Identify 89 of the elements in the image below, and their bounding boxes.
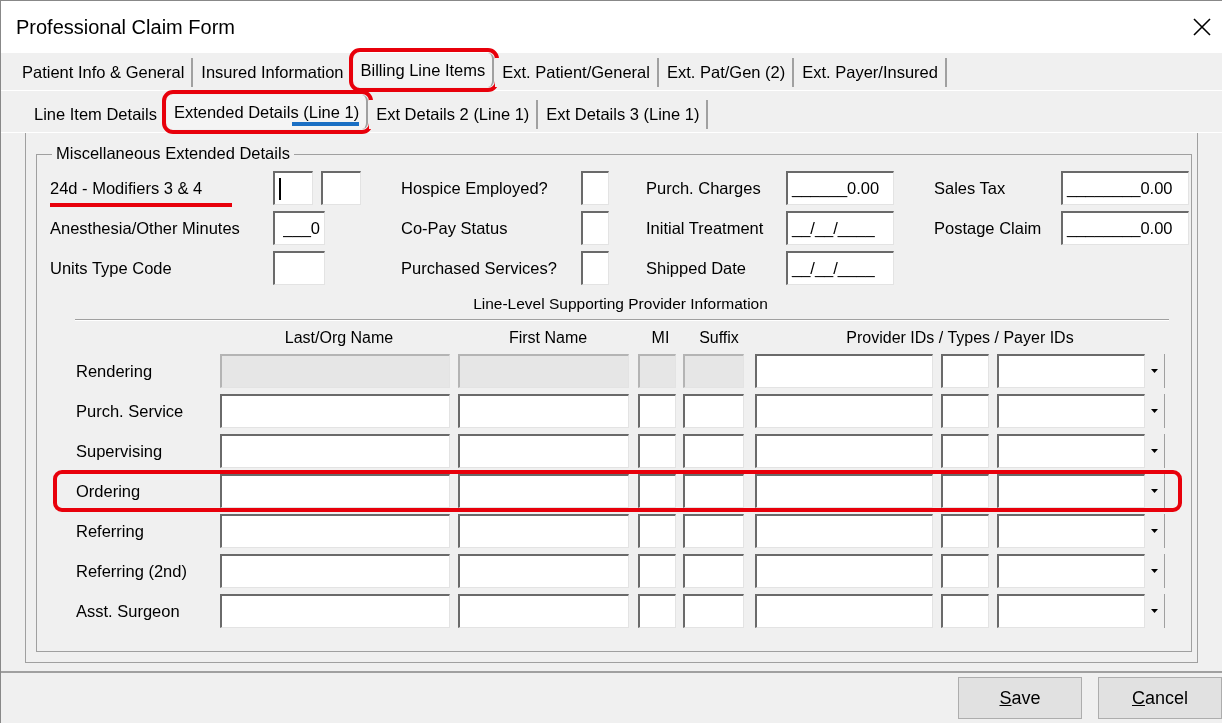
column-header: Provider IDs / Types / Payer IDs — [846, 329, 1074, 347]
flag-field[interactable] — [581, 211, 609, 245]
flag-field[interactable] — [581, 251, 609, 285]
input-field[interactable] — [755, 514, 933, 548]
input-field[interactable] — [458, 394, 629, 428]
row-label: Referring (2nd) — [76, 561, 187, 581]
field-label: Hospice Employed? — [401, 178, 548, 198]
input-field[interactable] — [638, 514, 676, 548]
input-field[interactable] — [997, 394, 1145, 428]
field-label: Co-Pay Status — [401, 218, 508, 238]
input-field[interactable]: __/__/____ — [786, 251, 894, 285]
input-field[interactable] — [997, 554, 1145, 588]
dialog-button[interactable]: Cancel — [1098, 677, 1222, 719]
input-field[interactable] — [755, 394, 933, 428]
input-field[interactable]: ______0.00 — [786, 171, 894, 205]
field-label: Purch. Charges — [646, 178, 761, 198]
input-field[interactable] — [997, 594, 1145, 628]
input-field[interactable] — [458, 514, 629, 548]
input-field[interactable] — [220, 434, 450, 468]
dropdown-arrow-icon[interactable] — [1151, 609, 1158, 613]
field-label: Sales Tax — [934, 178, 1006, 198]
input-field[interactable] — [755, 434, 933, 468]
column-header: MI — [651, 329, 670, 347]
input-field[interactable]: __/__/____ — [786, 211, 894, 245]
dropdown-arrow-icon[interactable] — [1151, 489, 1158, 493]
input-field[interactable] — [638, 434, 676, 468]
input-field[interactable]: ________0.00 — [1061, 171, 1189, 205]
column-header: First Name — [508, 329, 588, 347]
input-field[interactable] — [220, 594, 450, 628]
field-label: Anesthesia/Other Minutes — [50, 218, 240, 238]
input-field[interactable] — [683, 594, 744, 628]
input-field[interactable] — [941, 474, 989, 508]
column-header: Last/Org Name — [284, 329, 394, 347]
input-field[interactable] — [220, 474, 450, 508]
input-field[interactable] — [638, 594, 676, 628]
input-field[interactable] — [941, 394, 989, 428]
close-icon[interactable] — [1192, 17, 1212, 37]
flag-field[interactable] — [581, 171, 609, 205]
field-label: Shipped Date — [646, 258, 746, 278]
input-field[interactable] — [683, 554, 744, 588]
input-field[interactable] — [220, 554, 450, 588]
row-label: Supervising — [76, 441, 163, 461]
input-field[interactable] — [755, 594, 933, 628]
dropdown-arrow-icon[interactable] — [1151, 409, 1158, 413]
modifier-field[interactable] — [321, 171, 361, 205]
dropdown-arrow-icon[interactable] — [1151, 569, 1158, 573]
input-field[interactable]: ________0.00 — [1061, 211, 1189, 245]
input-field[interactable] — [638, 394, 676, 428]
field-label: Units Type Code — [50, 258, 172, 278]
field-label: Initial Treatment — [646, 218, 764, 238]
input-field[interactable] — [220, 394, 450, 428]
input-field[interactable] — [683, 514, 744, 548]
text-cursor — [279, 178, 281, 200]
input-field[interactable] — [683, 394, 744, 428]
input-field[interactable] — [941, 514, 989, 548]
field-label: 24d - Modifiers 3 & 4 — [50, 178, 233, 207]
input-field[interactable] — [458, 594, 629, 628]
input-field[interactable] — [997, 474, 1145, 508]
input-field[interactable] — [941, 594, 989, 628]
input-field[interactable] — [220, 514, 450, 548]
field-label: Postage Claim — [934, 218, 1042, 238]
input-field[interactable] — [683, 434, 744, 468]
input-field[interactable] — [638, 554, 676, 588]
field-label: Purchased Services? — [401, 258, 557, 278]
input-field[interactable] — [273, 251, 325, 285]
window-title: Professional Claim Form — [16, 15, 235, 39]
row-label: Ordering — [76, 481, 141, 501]
input-field[interactable] — [997, 514, 1145, 548]
input-field[interactable] — [458, 474, 629, 508]
input-field[interactable] — [755, 554, 933, 588]
row-label: Referring — [76, 521, 144, 541]
dropdown-arrow-icon[interactable] — [1151, 449, 1158, 453]
row-label: Purch. Service — [76, 401, 184, 421]
input-field[interactable] — [458, 554, 629, 588]
input-field[interactable]: ___0 — [273, 211, 325, 245]
input-field[interactable] — [941, 554, 989, 588]
input-field[interactable] — [755, 474, 933, 508]
input-field[interactable] — [458, 434, 629, 468]
dialog-button[interactable]: Save — [958, 677, 1082, 719]
column-header: Suffix — [699, 329, 739, 347]
input-field[interactable] — [683, 474, 744, 508]
input-field[interactable] — [638, 474, 676, 508]
row-label: Asst. Surgeon — [76, 601, 180, 621]
modifier-field[interactable] — [273, 171, 313, 205]
dropdown-arrow-icon[interactable] — [1151, 529, 1158, 533]
input-field[interactable] — [941, 434, 989, 468]
section-title: Line-Level Supporting Provider Information — [473, 295, 768, 313]
input-field[interactable] — [997, 434, 1145, 468]
row-label: Rendering — [76, 361, 153, 381]
